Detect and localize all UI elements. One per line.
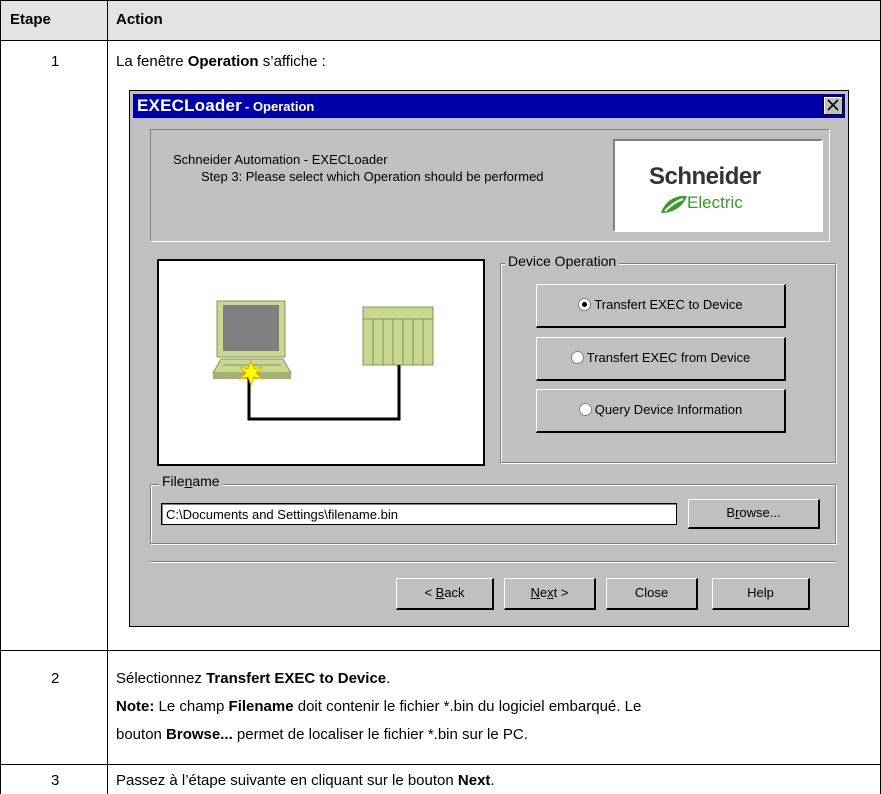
logo-leaf-icon (661, 195, 687, 213)
logo-sub: Electric (687, 193, 743, 212)
browse-button[interactable]: Browse... (688, 499, 820, 529)
row-1-action: La fenêtre Operation s’affiche : (116, 53, 326, 70)
header-line-1: Schneider Automation - EXECLoader (173, 152, 388, 167)
row-1-step: 1 (51, 53, 60, 70)
schneider-logo: Schneider Electric (649, 163, 799, 219)
close-icon (827, 99, 839, 111)
radio-selected-icon[interactable] (578, 298, 592, 311)
back-button[interactable]: < Back (396, 578, 494, 610)
pc-plc-diagram (212, 300, 434, 421)
next-button[interactable]: Next > (504, 578, 596, 610)
header-line-2: Step 3: Please select which Operation sh… (201, 169, 544, 184)
header-action-cell (107, 0, 881, 40)
plc-icon (362, 306, 434, 366)
window-subtitle: - Operation (245, 99, 315, 114)
header-step: Etape (10, 11, 51, 28)
filename-value: C:\Documents and Settings\filename.bin (166, 507, 398, 522)
logo-word: Schneider (649, 163, 761, 190)
row-2-action-line1: Sélectionnez Transfert EXEC to Device. (116, 670, 391, 687)
option-transfer-to-device[interactable]: Transfert EXEC to Device (536, 284, 786, 328)
row-2-step: 2 (51, 670, 60, 687)
title-bar[interactable]: EXECLoader - Operation (133, 94, 845, 118)
close-button[interactable]: Close (606, 578, 698, 610)
option-query-device-info[interactable]: Query Device Information (536, 389, 786, 433)
radio-unselected-icon[interactable] (578, 403, 592, 416)
option-transfer-from-device[interactable]: Transfert EXEC from Device (536, 337, 786, 381)
schneider-logo-frame: Schneider Electric (613, 139, 823, 232)
window-title: EXECLoader (137, 96, 242, 115)
connection-illustration (157, 259, 485, 466)
radio-unselected-icon[interactable] (570, 351, 584, 364)
row-2-note-line1: Note: Le champ Filename doit contenir le… (116, 698, 642, 715)
separator (150, 561, 836, 563)
filename-input[interactable]: C:\Documents and Settings\filename.bin (161, 503, 677, 525)
execloader-operation-window: EXECLoader - Operation Schneider Automat… (129, 90, 849, 627)
row-3-action: Passez à l’étape suivante en cliquant su… (116, 772, 495, 789)
row-3-step: 3 (51, 772, 60, 789)
filename-label: Filename (159, 473, 223, 489)
row-2-note-line2: bouton Browse... permet de localiser le … (116, 726, 528, 743)
device-operation-label: Device Operation (505, 253, 620, 269)
window-close-button[interactable] (823, 96, 843, 115)
header-action: Action (116, 11, 163, 28)
help-button[interactable]: Help (712, 578, 810, 610)
